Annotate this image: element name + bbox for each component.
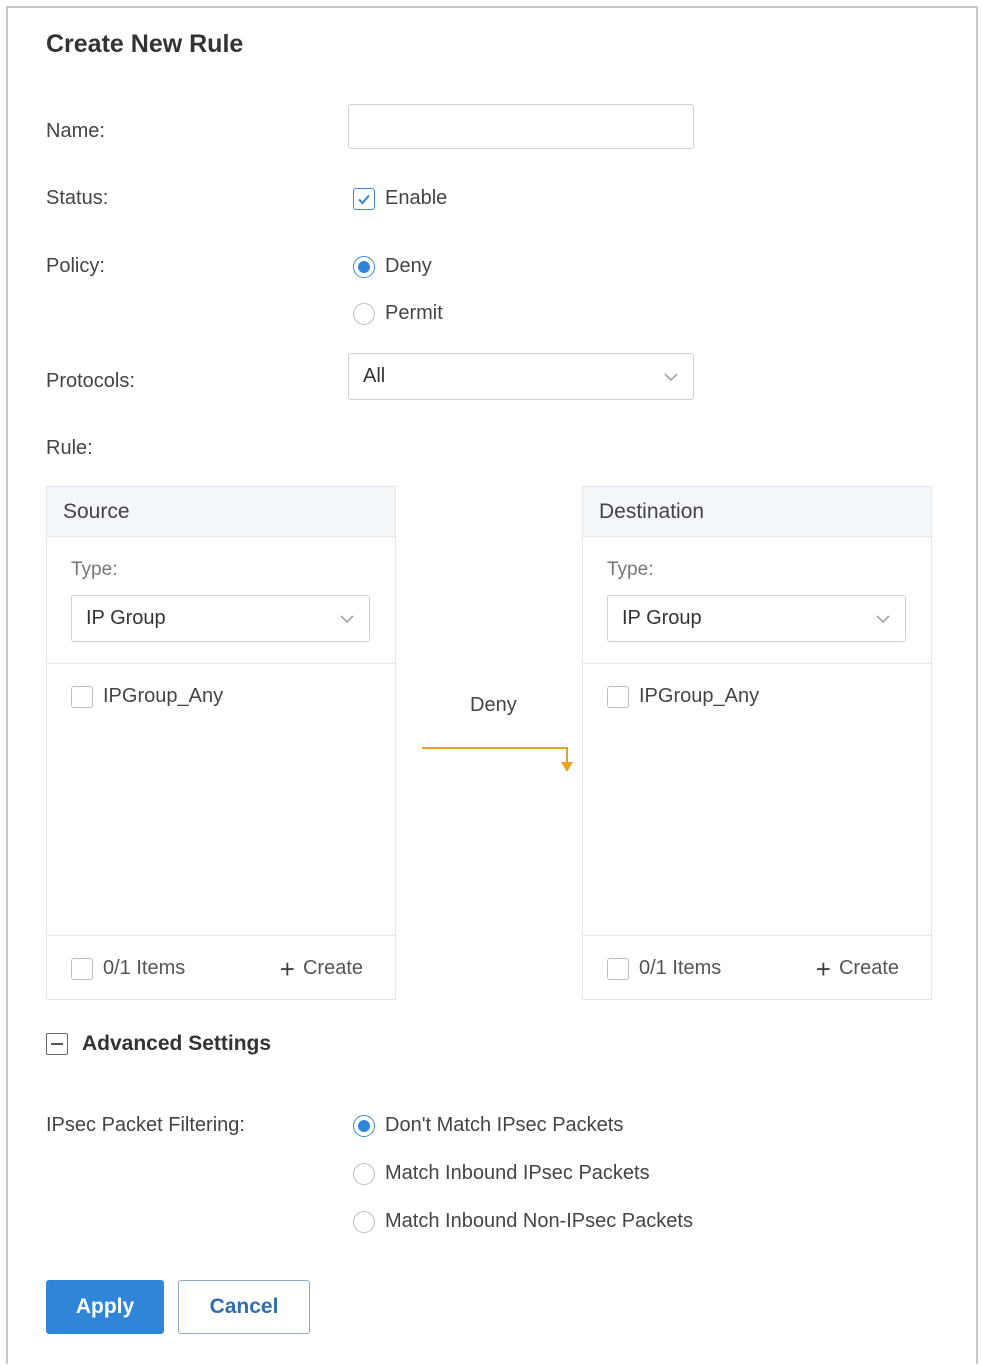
collapse-icon xyxy=(46,1033,68,1055)
destination-panel: Destination Type: IP Group IPGroup_Any 0… xyxy=(582,486,932,1000)
status-enable-label: Enable xyxy=(385,187,448,209)
ipsec-option-dont-match[interactable]: Don't Match IPsec Packets xyxy=(353,1114,623,1137)
divider xyxy=(583,663,931,664)
radio-icon xyxy=(353,1162,375,1185)
source-select-all-checkbox[interactable]: 0/1 Items xyxy=(71,957,185,980)
radio-selected-icon xyxy=(353,1114,375,1137)
policy-option-label: Permit xyxy=(385,302,443,324)
source-type-label: Type: xyxy=(71,559,118,580)
destination-create-button[interactable]: + Create xyxy=(815,953,899,984)
name-label: Name: xyxy=(46,120,105,142)
radio-selected-icon xyxy=(353,255,375,278)
source-panel: Source Type: IP Group IPGroup_Any 0/1 It… xyxy=(46,486,396,1000)
chevron-down-icon xyxy=(340,614,354,623)
destination-panel-title: Destination xyxy=(583,487,931,537)
radio-icon xyxy=(353,1210,375,1233)
policy-option-permit[interactable]: Permit xyxy=(353,302,443,325)
rule-action-label: Deny xyxy=(470,694,517,716)
chevron-down-icon xyxy=(664,372,678,381)
source-list-item[interactable]: IPGroup_Any xyxy=(71,685,223,708)
ipsec-option-label: Don't Match IPsec Packets xyxy=(385,1114,624,1136)
destination-select-all-checkbox[interactable]: 0/1 Items xyxy=(607,957,721,980)
name-input[interactable] xyxy=(348,104,694,149)
checkbox-icon xyxy=(71,957,93,980)
apply-button[interactable]: Apply xyxy=(46,1280,164,1334)
plus-icon: + xyxy=(815,953,831,984)
checkbox-icon xyxy=(607,957,629,980)
advanced-settings-toggle[interactable]: Advanced Settings xyxy=(46,1032,271,1056)
ipsec-option-label: Match Inbound Non-IPsec Packets xyxy=(385,1210,693,1232)
source-create-button[interactable]: + Create xyxy=(279,953,363,984)
divider xyxy=(583,935,931,936)
check-icon xyxy=(353,187,375,210)
destination-type-select[interactable]: IP Group xyxy=(607,595,906,642)
protocols-select[interactable]: All xyxy=(348,353,694,400)
source-panel-title: Source xyxy=(47,487,395,537)
status-label: Status: xyxy=(46,187,109,209)
checkbox-icon xyxy=(71,685,93,708)
source-type-select[interactable]: IP Group xyxy=(71,595,370,642)
policy-option-label: Deny xyxy=(385,255,432,277)
destination-item-label: IPGroup_Any xyxy=(639,685,760,707)
rule-label: Rule: xyxy=(46,437,93,459)
plus-icon: + xyxy=(279,953,295,984)
policy-option-deny[interactable]: Deny xyxy=(353,255,432,278)
status-enable-checkbox[interactable]: Enable xyxy=(353,187,447,210)
advanced-settings-title: Advanced Settings xyxy=(82,1032,272,1055)
ipsec-option-inbound-non-ipsec[interactable]: Match Inbound Non-IPsec Packets xyxy=(353,1210,693,1233)
destination-list-item[interactable]: IPGroup_Any xyxy=(607,685,759,708)
policy-label: Policy: xyxy=(46,255,105,277)
ipsec-option-label: Match Inbound IPsec Packets xyxy=(385,1162,650,1184)
cancel-button[interactable]: Cancel xyxy=(178,1280,310,1334)
ipsec-option-inbound-ipsec[interactable]: Match Inbound IPsec Packets xyxy=(353,1162,650,1185)
source-create-label: Create xyxy=(302,957,363,979)
destination-create-label: Create xyxy=(838,957,899,979)
source-type-value: IP Group xyxy=(86,607,166,629)
destination-type-label: Type: xyxy=(607,559,654,580)
source-item-label: IPGroup_Any xyxy=(103,685,224,707)
destination-type-value: IP Group xyxy=(622,607,702,629)
checkbox-icon xyxy=(607,685,629,708)
radio-icon xyxy=(353,302,375,325)
protocols-label: Protocols: xyxy=(46,370,135,392)
ipsec-filtering-label: IPsec Packet Filtering: xyxy=(46,1114,245,1136)
arrow-right-icon xyxy=(422,747,573,772)
destination-item-count: 0/1 Items xyxy=(639,957,722,979)
divider xyxy=(47,663,395,664)
dialog-title: Create New Rule xyxy=(46,30,244,58)
protocols-select-value: All xyxy=(363,365,386,387)
chevron-down-icon xyxy=(876,614,890,623)
source-item-count: 0/1 Items xyxy=(103,957,186,979)
divider xyxy=(47,935,395,936)
